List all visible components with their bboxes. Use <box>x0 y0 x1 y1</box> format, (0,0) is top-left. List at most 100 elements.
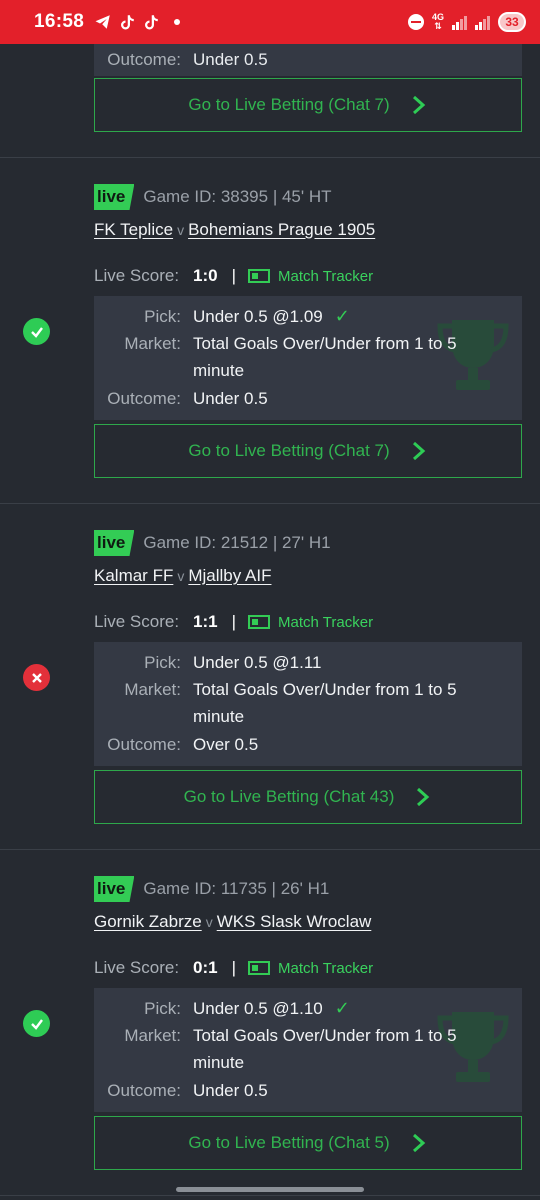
outcome-label: Outcome: <box>107 50 181 69</box>
live-badge: live <box>94 530 135 556</box>
live-score-label: Live Score: <box>94 958 180 977</box>
match-tracker-link[interactable]: Match Tracker <box>278 268 373 285</box>
game-id: Game ID: 38395 | 45' HT <box>143 187 332 206</box>
chevron-right-icon <box>412 441 425 461</box>
market-label: Market: <box>124 680 181 699</box>
pick-details: Pick: Under 0.5 @1.09 ✓ Market: Total Goa… <box>94 296 522 420</box>
status-time: 16:58 <box>34 11 85 32</box>
telegram-icon <box>95 15 110 29</box>
market-value: Total Goals Over/Under from 1 to 5 minut… <box>193 334 457 380</box>
check-icon: ✓ <box>334 306 350 326</box>
live-score-row: Live Score: 1:1 | Match Tracker <box>94 612 373 632</box>
loss-x-icon <box>23 664 50 691</box>
button-label: Go to Live Betting (Chat 7) <box>188 95 390 114</box>
go-to-live-betting-button[interactable]: Go to Live Betting (Chat 7) <box>94 78 522 132</box>
button-label: Go to Live Betting (Chat 7) <box>188 441 390 460</box>
versus-label: v <box>205 914 213 930</box>
home-indicator[interactable] <box>176 1187 364 1192</box>
match-tracker-link[interactable]: Match Tracker <box>278 960 373 977</box>
home-team-link[interactable]: FK Teplice <box>94 220 173 239</box>
win-check-icon <box>23 1010 50 1037</box>
match-tracker-icon[interactable] <box>248 615 271 629</box>
market-label: Market: <box>124 334 181 353</box>
teams: Gornik Zabrze v WKS Slask Wroclaw <box>94 912 371 932</box>
market-label: Market: <box>124 1026 181 1045</box>
bet-card: live Game ID: 21512 | 27' H1 Kalmar FF v M… <box>0 504 540 850</box>
separator: | <box>231 612 237 631</box>
tiktok-icon <box>121 15 134 30</box>
pick-row: Pick: Under 0.5 @1.11 <box>94 649 321 676</box>
outcome-row: Outcome: Under 0.5 <box>94 1077 268 1104</box>
win-check-icon <box>23 318 50 345</box>
away-team-link[interactable]: WKS Slask Wroclaw <box>217 912 372 931</box>
do-not-disturb-icon <box>407 14 424 30</box>
home-team-link[interactable]: Kalmar FF <box>94 566 173 585</box>
pick-details: Pick: Under 0.5 @1.11 Market: Total Goal… <box>94 642 522 766</box>
bet-card: live Game ID: 11735 | 26' H1 Gornik Zabr… <box>0 850 540 1196</box>
game-id: Game ID: 21512 | 27' H1 <box>143 533 331 552</box>
home-team-link[interactable]: Gornik Zabrze <box>94 912 202 931</box>
battery-indicator: 33 <box>498 12 526 32</box>
go-to-live-betting-button[interactable]: Go to Live Betting (Chat 5) <box>94 1116 522 1170</box>
outcome-row: Outcome: Under 0.5 <box>94 44 522 76</box>
button-label: Go to Live Betting (Chat 5) <box>188 1133 390 1152</box>
live-score-row: Live Score: 0:1 | Match Tracker <box>94 958 373 978</box>
outcome-label: Outcome: <box>107 389 181 408</box>
outcome-value: Under 0.5 <box>193 1081 268 1100</box>
outcome-label: Outcome: <box>107 735 181 754</box>
pick-row: Pick: Under 0.5 @1.10 ✓ <box>94 995 350 1022</box>
live-score-value: 1:1 <box>193 612 218 631</box>
versus-label: v <box>177 568 185 584</box>
market-row: Market: Total Goals Over/Under from 1 to… <box>94 1022 493 1076</box>
live-score-value: 1:0 <box>193 266 218 285</box>
chevron-right-icon <box>417 787 430 807</box>
game-header: live Game ID: 21512 | 27' H1 <box>94 530 331 556</box>
outcome-value: Under 0.5 <box>193 50 268 69</box>
versus-label: v <box>177 222 185 238</box>
button-label: Go to Live Betting (Chat 43) <box>183 787 395 806</box>
live-score-label: Live Score: <box>94 266 180 285</box>
match-tracker-icon[interactable] <box>248 269 271 283</box>
pick-details: Pick: Under 0.5 @1.10 ✓ Market: Total Goa… <box>94 988 522 1112</box>
bet-card: live Game ID: 38395 | 45' HT FK Teplice v… <box>0 158 540 504</box>
market-value: Total Goals Over/Under from 1 to 5 minut… <box>193 1026 457 1072</box>
chevron-right-icon <box>412 1133 425 1153</box>
live-badge: live <box>94 876 135 902</box>
teams: FK Teplice v Bohemians Prague 1905 <box>94 220 375 240</box>
more-notifications-dot <box>174 19 181 25</box>
network-type: 4G ⇅ <box>431 12 444 31</box>
game-header: live Game ID: 11735 | 26' H1 <box>94 876 329 902</box>
market-value: Total Goals Over/Under from 1 to 5 minut… <box>193 680 457 726</box>
game-header: live Game ID: 38395 | 45' HT <box>94 184 332 210</box>
system-icons: 4G ⇅ 33 <box>407 12 526 32</box>
outcome-label: Outcome: <box>107 1081 181 1100</box>
teams: Kalmar FF v Mjallby AIF <box>94 566 271 586</box>
live-score-label: Live Score: <box>94 612 180 631</box>
pick-value: Under 0.5 @1.11 <box>193 653 322 672</box>
signal-icon <box>452 14 467 30</box>
chevron-right-icon <box>412 95 425 115</box>
pick-label: Pick: <box>144 307 181 326</box>
check-icon: ✓ <box>334 998 350 1018</box>
away-team-link[interactable]: Mjallby AIF <box>188 566 271 585</box>
go-to-live-betting-button[interactable]: Go to Live Betting (Chat 43) <box>94 770 522 824</box>
live-score-row: Live Score: 1:0 | Match Tracker <box>94 266 373 286</box>
separator: | <box>231 266 237 285</box>
pick-value: Under 0.5 @1.09 ✓ <box>193 306 350 326</box>
pick-value: Under 0.5 @1.10 ✓ <box>193 998 350 1018</box>
go-to-live-betting-button[interactable]: Go to Live Betting (Chat 7) <box>94 424 522 478</box>
outcome-row: Outcome: Over 0.5 <box>94 731 258 758</box>
signal-icon-2 <box>475 14 490 30</box>
outcome-value: Under 0.5 <box>193 389 268 408</box>
live-score-value: 0:1 <box>193 958 218 977</box>
outcome-value: Over 0.5 <box>193 735 259 754</box>
separator: | <box>231 958 237 977</box>
market-row: Market: Total Goals Over/Under from 1 to… <box>94 676 493 730</box>
status-bar: 16:58 4G ⇅ 33 <box>0 0 540 44</box>
pick-row: Pick: Under 0.5 @1.09 ✓ <box>94 303 350 330</box>
away-team-link[interactable]: Bohemians Prague 1905 <box>188 220 375 239</box>
match-tracker-link[interactable]: Match Tracker <box>278 614 373 631</box>
match-tracker-icon[interactable] <box>248 961 271 975</box>
live-badge: live <box>94 184 135 210</box>
bet-card-partial: Outcome: Under 0.5 Go to Live Betting (C… <box>0 44 540 158</box>
